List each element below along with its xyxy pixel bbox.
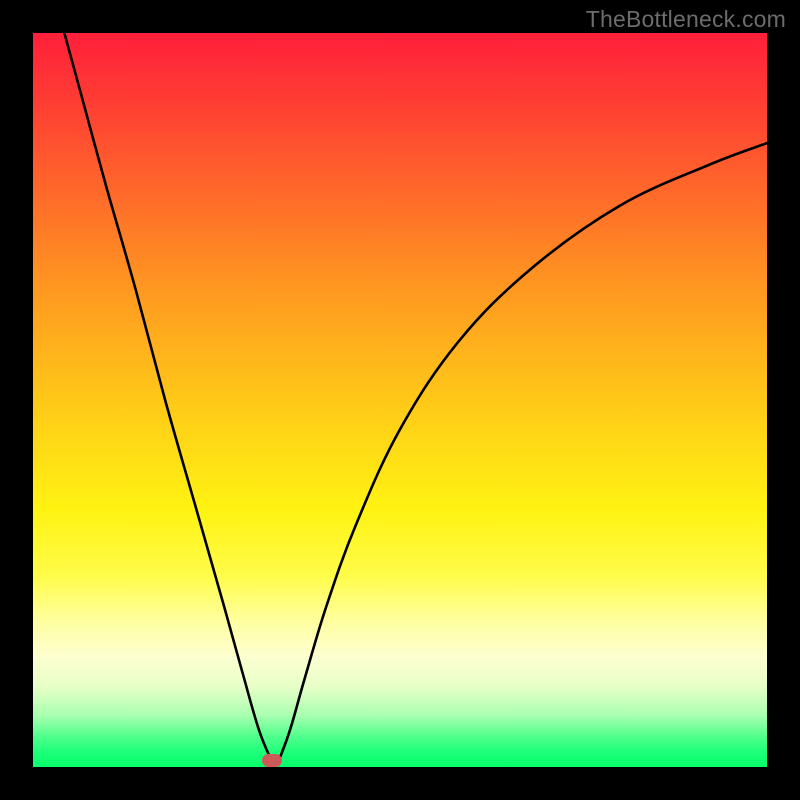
plot-area bbox=[33, 33, 767, 767]
chart-frame: TheBottleneck.com bbox=[0, 0, 800, 800]
bottleneck-curve bbox=[33, 33, 767, 767]
minimum-marker bbox=[262, 754, 282, 767]
watermark-text: TheBottleneck.com bbox=[586, 6, 786, 33]
